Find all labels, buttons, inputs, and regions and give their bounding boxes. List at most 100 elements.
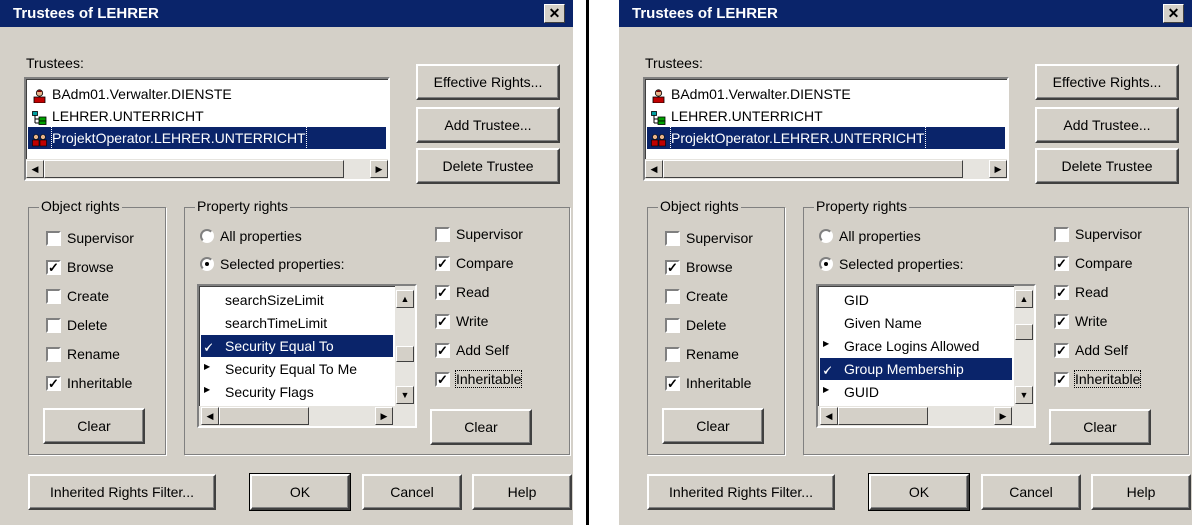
scroll-left-button[interactable]: ◀ xyxy=(820,407,838,425)
scroll-thumb[interactable] xyxy=(219,407,309,425)
properties-vertical-scrollbar[interactable]: ▲ ▼ xyxy=(1014,286,1034,406)
cancel-button[interactable]: Cancel xyxy=(981,474,1081,510)
scroll-left-button[interactable]: ◀ xyxy=(201,407,219,425)
properties-list[interactable]: GID Given Name ▶ Grace Logins Allowed 🗸 Group… xyxy=(816,284,1036,428)
checkbox-label: Supervisor xyxy=(456,226,523,242)
user-icon xyxy=(651,87,666,104)
scroll-thumb[interactable] xyxy=(838,407,928,425)
checkmark-icon: ✓ xyxy=(435,372,450,387)
scroll-right-button[interactable]: ▶ xyxy=(989,160,1007,178)
checkmark-icon: ✓ xyxy=(435,285,450,300)
properties-horizontal-scrollbar[interactable]: ◀ ▶ xyxy=(199,406,415,426)
help-button[interactable]: Help xyxy=(1091,474,1191,510)
effective-rights-button[interactable]: Effective Rights... xyxy=(416,64,560,100)
scroll-thumb[interactable] xyxy=(1015,324,1033,340)
delete-trustee-button[interactable]: Delete Trustee xyxy=(416,148,560,184)
dialog-title: Trustees of LEHRER xyxy=(632,5,778,22)
add-trustee-button[interactable]: Add Trustee... xyxy=(416,107,560,143)
property-rights-title: Property rights xyxy=(814,198,910,214)
checkmark-icon: ✓ xyxy=(435,256,450,271)
property-item[interactable]: ▶ GUID xyxy=(820,381,1012,403)
scroll-right-button[interactable]: ▶ xyxy=(370,160,388,178)
clear-object-rights-button[interactable]: Clear xyxy=(43,408,145,444)
trustee-item[interactable]: LEHRER.UNTERRICHT xyxy=(28,105,386,127)
scroll-down-button[interactable]: ▼ xyxy=(1015,386,1033,404)
checkbox-label: Delete xyxy=(686,317,727,333)
checkbox-label: Create xyxy=(67,288,110,304)
checkbox-box xyxy=(435,227,450,242)
checkbox-label: Read xyxy=(1075,284,1109,300)
inherited-rights-filter-button[interactable]: Inherited Rights Filter... xyxy=(28,474,216,510)
trustee-item[interactable]: BAdm01.Verwalter.DIENSTE xyxy=(28,83,386,105)
checkmark-icon: ✓ xyxy=(46,260,61,275)
checkbox-label: Inheritable xyxy=(454,370,523,388)
scroll-thumb[interactable] xyxy=(396,346,414,362)
trustees-label: Trustees: xyxy=(645,55,703,71)
scroll-down-button[interactable]: ▼ xyxy=(396,386,414,404)
property-name: searchTimeLimit xyxy=(225,315,328,331)
trustees-horizontal-scrollbar[interactable]: ◀ ▶ xyxy=(645,159,1007,179)
property-item[interactable]: ▶ Security Equal To Me xyxy=(201,358,393,380)
scroll-up-button[interactable]: ▲ xyxy=(1015,290,1033,308)
scroll-thumb[interactable] xyxy=(663,160,963,178)
checkbox-box xyxy=(46,289,61,304)
property-item[interactable]: ▶ Security Flags xyxy=(201,381,393,403)
checkbox-box xyxy=(665,289,680,304)
close-icon: ✕ xyxy=(548,5,561,21)
trustee-item[interactable]: ProjektOperator.LEHRER.UNTERRICHT xyxy=(28,126,386,150)
cancel-button[interactable]: Cancel xyxy=(362,474,462,510)
org-unit-icon xyxy=(651,109,666,125)
checkbox-box xyxy=(665,347,680,362)
property-item[interactable]: 🗸 Security Equal To xyxy=(201,335,393,357)
checkbox-label: Rename xyxy=(67,346,120,362)
title-bar: Trustees of LEHRER ✕ xyxy=(0,0,573,27)
trustee-item[interactable]: BAdm01.Verwalter.DIENSTE xyxy=(647,83,1005,105)
delete-trustee-button[interactable]: Delete Trustee xyxy=(1035,148,1179,184)
clear-object-rights-button[interactable]: Clear xyxy=(662,408,764,444)
close-button[interactable]: ✕ xyxy=(544,4,565,23)
clear-property-rights-button[interactable]: Clear xyxy=(430,409,532,445)
object-rights-group: Object rights Supervisor ✓ Browse Create Dele… xyxy=(647,198,785,455)
scroll-right-button[interactable]: ▶ xyxy=(375,407,393,425)
property-name: Security Flags xyxy=(225,384,314,400)
properties-horizontal-scrollbar[interactable]: ◀ ▶ xyxy=(818,406,1034,426)
property-item[interactable]: searchSizeLimit xyxy=(201,289,393,311)
checkbox-label: Create xyxy=(686,288,729,304)
scroll-left-button[interactable]: ◀ xyxy=(26,160,44,178)
properties-vertical-scrollbar[interactable]: ▲ ▼ xyxy=(395,286,415,406)
checkbox-label: Browse xyxy=(686,259,733,275)
property-item[interactable]: searchTimeLimit xyxy=(201,312,393,334)
triangle-marker-icon: ▶ xyxy=(823,385,830,394)
property-item[interactable]: Given Name xyxy=(820,312,1012,334)
properties-list[interactable]: searchSizeLimit searchTimeLimit 🗸 Security … xyxy=(197,284,417,428)
property-item[interactable]: GID xyxy=(820,289,1012,311)
trustees-horizontal-scrollbar[interactable]: ◀ ▶ xyxy=(26,159,388,179)
help-button[interactable]: Help xyxy=(472,474,572,510)
checkbox-label: Add Self xyxy=(1075,342,1128,358)
ok-button[interactable]: OK xyxy=(868,473,970,511)
triangle-marker-icon: ▶ xyxy=(204,385,211,394)
trustees-list[interactable]: BAdm01.Verwalter.DIENSTE LEHRER.UNTERRICH… xyxy=(643,77,1009,181)
add-trustee-button[interactable]: Add Trustee... xyxy=(1035,107,1179,143)
ok-button[interactable]: OK xyxy=(249,473,351,511)
checkmark-icon: ✓ xyxy=(665,260,680,275)
trustee-item[interactable]: ProjektOperator.LEHRER.UNTERRICHT xyxy=(647,126,1005,150)
property-name: Given Name xyxy=(844,315,922,331)
checkbox-label: Delete xyxy=(67,317,108,333)
clear-property-rights-button[interactable]: Clear xyxy=(1049,409,1151,445)
property-item[interactable]: ▶ Grace Logins Allowed xyxy=(820,335,1012,357)
arrow-down-icon: ▼ xyxy=(400,390,410,400)
scroll-right-button[interactable]: ▶ xyxy=(994,407,1012,425)
trustee-item[interactable]: LEHRER.UNTERRICHT xyxy=(647,105,1005,127)
property-item[interactable]: 🗸 Group Membership xyxy=(820,358,1012,380)
scroll-left-button[interactable]: ◀ xyxy=(645,160,663,178)
effective-rights-button[interactable]: Effective Rights... xyxy=(1035,64,1179,100)
inherited-rights-filter-button[interactable]: Inherited Rights Filter... xyxy=(647,474,835,510)
scroll-up-button[interactable]: ▲ xyxy=(396,290,414,308)
close-button[interactable]: ✕ xyxy=(1163,4,1184,23)
arrow-left-icon: ◀ xyxy=(206,411,214,421)
scroll-thumb[interactable] xyxy=(44,160,344,178)
property-name: Security Equal To Me xyxy=(225,361,358,377)
trustees-list[interactable]: BAdm01.Verwalter.DIENSTE LEHRER.UNTERRICH… xyxy=(24,77,390,181)
object-rights-group: Object rights Supervisor ✓ Browse Create Dele… xyxy=(28,198,166,455)
